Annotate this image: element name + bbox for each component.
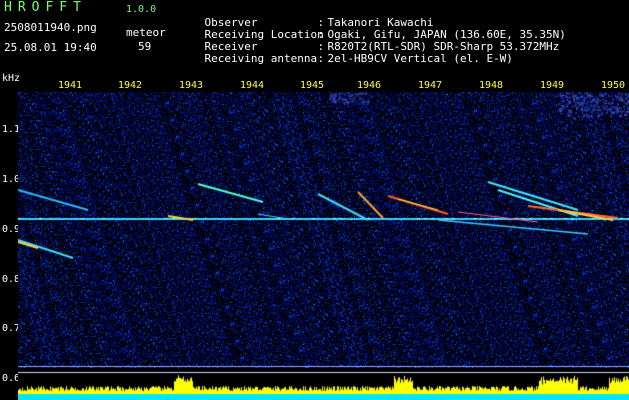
time-tick: 1943 [179, 80, 204, 91]
info-colon: : [317, 52, 325, 65]
time-tick: 1941 [58, 80, 83, 91]
capture-datetime: 25.08.01 19:40 [4, 41, 97, 54]
time-tick: 1945 [300, 80, 325, 91]
info-key: Receiving antenna [204, 52, 318, 65]
info-value: 2el-HB9CV Vertical (el. E-W) [327, 52, 513, 65]
time-tick: 1950 [601, 80, 626, 91]
time-tick: 1942 [118, 80, 143, 91]
time-tick: 1949 [540, 80, 565, 91]
app-title: HROFFT [4, 0, 87, 15]
app-version: 1.0.0 [126, 4, 157, 15]
time-tick: 1947 [418, 80, 443, 91]
spectrogram-canvas [18, 92, 629, 368]
info-row-antenna: Receiving antenna: 2el-HB9CV Vertical (el… [178, 41, 513, 77]
meteor-count-label: meteor [126, 26, 166, 39]
time-tick: 1946 [357, 80, 382, 91]
hrofft-window: HROFFT 1.0.0 2508011940.png 25.08.01 19:… [0, 0, 629, 400]
time-tick: 1948 [479, 80, 504, 91]
amplitude-strip [18, 368, 629, 400]
meteor-count-value: 59 [138, 40, 152, 53]
y-axis-unit: kHz [2, 73, 21, 84]
time-tick: 1944 [240, 80, 265, 91]
file-name: 2508011940.png [4, 21, 97, 34]
